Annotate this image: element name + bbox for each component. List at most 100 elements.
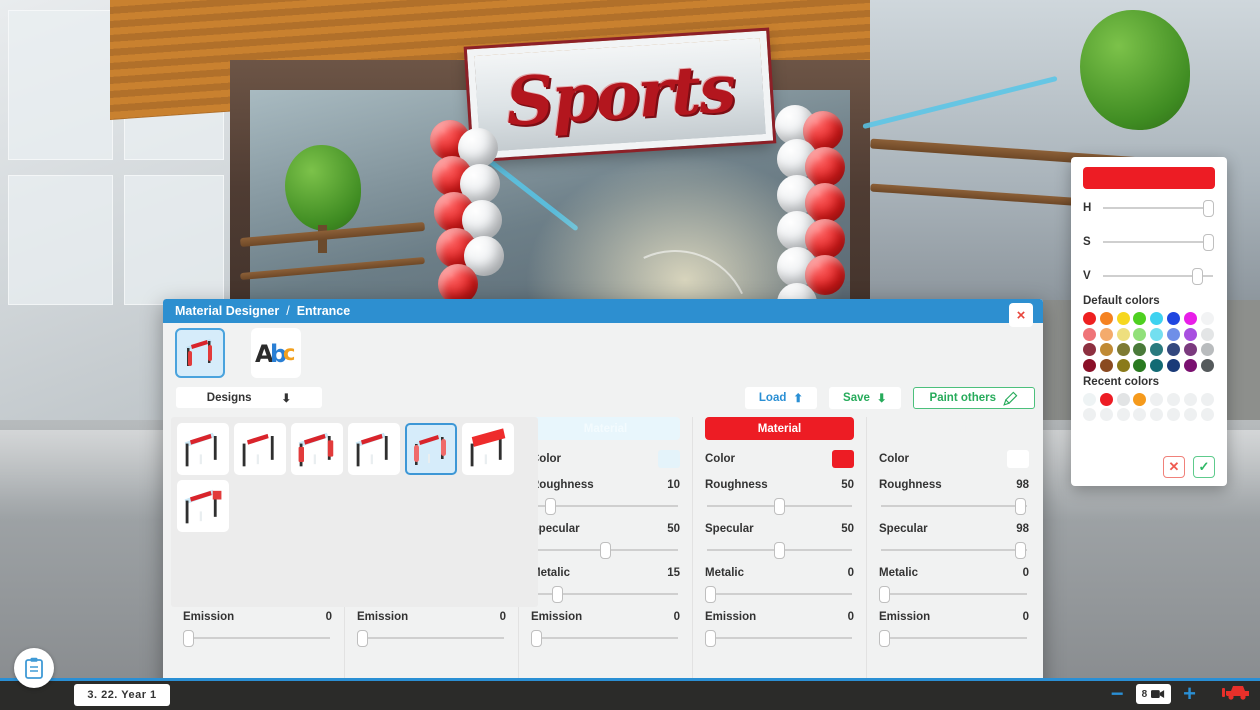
default-color-swatch-1-6[interactable] — [1167, 312, 1181, 325]
recent-color-swatch-1-7[interactable] — [1183, 392, 1197, 406]
slider-roughness[interactable] — [705, 495, 854, 517]
default-color-swatch-4-6[interactable] — [1167, 358, 1181, 372]
camera-count-display[interactable]: 8 — [1135, 684, 1172, 704]
recent-color-swatch-2-1[interactable] — [1083, 408, 1096, 421]
recent-color-swatch-2-7[interactable] — [1183, 408, 1197, 421]
design-thumbnail-5[interactable] — [405, 423, 457, 475]
design-thumbnail-1[interactable] — [177, 423, 229, 475]
slider-knob[interactable] — [1015, 542, 1027, 559]
recent-color-swatch-2-3[interactable] — [1116, 408, 1130, 421]
recent-color-swatch-1-3[interactable] — [1116, 392, 1130, 406]
slider-knob[interactable] — [774, 542, 785, 559]
default-color-swatch-4-8[interactable] — [1200, 358, 1214, 372]
default-color-swatch-3-1[interactable] — [1083, 343, 1096, 356]
default-color-swatch-3-2[interactable] — [1099, 343, 1113, 356]
designs-dropdown-button[interactable]: Designs ⬇ — [176, 387, 322, 408]
default-color-swatch-1-5[interactable] — [1150, 312, 1164, 325]
object-tab-text[interactable]: A b c — [251, 328, 301, 378]
default-color-swatch-2-8[interactable] — [1200, 327, 1214, 341]
default-color-swatch-3-7[interactable] — [1183, 343, 1197, 356]
default-color-swatch-2-7[interactable] — [1183, 327, 1197, 341]
recent-color-swatch-1-2[interactable] — [1099, 392, 1113, 406]
slider-knob[interactable] — [183, 630, 194, 647]
bulldozer-button[interactable] — [1222, 681, 1252, 707]
color-confirm-button[interactable]: ✓ — [1193, 456, 1215, 478]
slider-knob[interactable] — [531, 630, 542, 647]
default-color-swatch-3-8[interactable] — [1200, 343, 1214, 356]
material-header-3[interactable]: Material — [531, 417, 680, 440]
slider-roughness[interactable] — [531, 495, 680, 517]
recent-color-swatch-2-4[interactable] — [1133, 408, 1147, 421]
slider-knob[interactable] — [1202, 200, 1214, 217]
default-color-swatch-4-1[interactable] — [1083, 358, 1096, 372]
design-thumbnail-4[interactable] — [348, 423, 400, 475]
slider-emission[interactable] — [705, 627, 854, 649]
color-preview-swatch[interactable] — [1083, 167, 1215, 189]
slider-specular[interactable] — [879, 539, 1029, 561]
default-color-swatch-3-3[interactable] — [1116, 343, 1130, 356]
recent-color-swatch-2-6[interactable] — [1167, 408, 1181, 421]
slider-emission[interactable] — [357, 627, 506, 649]
default-color-swatch-1-3[interactable] — [1116, 312, 1130, 325]
slider-knob[interactable] — [1191, 268, 1203, 285]
recent-color-swatch-1-1[interactable] — [1083, 392, 1096, 406]
default-color-swatch-2-5[interactable] — [1150, 327, 1164, 341]
zoom-in-button[interactable]: + — [1183, 683, 1196, 705]
recent-color-swatch-1-6[interactable] — [1167, 392, 1181, 406]
slider-metalic[interactable] — [879, 583, 1029, 605]
slider-emission[interactable] — [879, 627, 1029, 649]
default-color-swatch-4-2[interactable] — [1099, 358, 1113, 372]
hsv-slider-s[interactable] — [1101, 231, 1215, 253]
default-color-swatch-4-4[interactable] — [1133, 358, 1147, 372]
slider-knob[interactable] — [544, 498, 556, 515]
default-color-swatch-1-8[interactable] — [1200, 312, 1214, 325]
recent-color-swatch-2-8[interactable] — [1200, 408, 1214, 421]
slider-metalic[interactable] — [531, 583, 680, 605]
slider-metalic[interactable] — [705, 583, 854, 605]
slider-specular[interactable] — [705, 539, 854, 561]
tasks-clipboard-button[interactable] — [14, 648, 54, 688]
default-color-swatch-1-7[interactable] — [1183, 312, 1197, 325]
default-color-swatch-2-4[interactable] — [1133, 327, 1147, 341]
slider-knob[interactable] — [551, 586, 563, 603]
design-thumbnail-7[interactable] — [177, 480, 229, 532]
default-color-swatch-3-4[interactable] — [1133, 343, 1147, 356]
load-button[interactable]: Load ⬆ — [744, 387, 818, 409]
slider-knob[interactable] — [705, 586, 716, 603]
recent-color-swatch-1-8[interactable] — [1200, 392, 1214, 406]
recent-color-swatch-2-2[interactable] — [1099, 408, 1113, 421]
slider-roughness[interactable] — [879, 495, 1029, 517]
hsv-slider-h[interactable] — [1101, 197, 1215, 219]
recent-color-swatch-1-4[interactable] — [1133, 392, 1147, 406]
material-header-4[interactable]: Material — [705, 417, 854, 440]
design-thumbnail-6[interactable] — [462, 423, 514, 475]
slider-knob[interactable] — [879, 586, 890, 603]
slider-emission[interactable] — [531, 627, 680, 649]
default-color-swatch-3-5[interactable] — [1150, 343, 1164, 356]
color-cancel-button[interactable]: ✕ — [1163, 456, 1185, 478]
slider-specular[interactable] — [531, 539, 680, 561]
slider-knob[interactable] — [774, 498, 785, 515]
recent-color-swatch-2-5[interactable] — [1150, 408, 1164, 421]
default-color-swatch-4-5[interactable] — [1150, 358, 1164, 372]
design-thumbnail-2[interactable] — [234, 423, 286, 475]
save-button[interactable]: Save ⬇ — [829, 387, 901, 409]
slider-knob[interactable] — [705, 630, 716, 647]
slider-knob[interactable] — [357, 630, 368, 647]
paint-others-button[interactable]: Paint others — [912, 387, 1035, 409]
color-swatch-3[interactable] — [658, 450, 680, 468]
dialog-titlebar[interactable]: Material Designer / Entrance — [163, 299, 1043, 323]
default-color-swatch-2-2[interactable] — [1099, 327, 1113, 341]
default-color-swatch-4-7[interactable] — [1183, 358, 1197, 372]
object-tab-entrance[interactable] — [175, 328, 225, 378]
slider-knob[interactable] — [1202, 234, 1214, 251]
slider-knob[interactable] — [600, 542, 611, 559]
zoom-out-button[interactable]: − — [1111, 683, 1124, 705]
dialog-close-button[interactable]: × — [1009, 303, 1033, 327]
default-color-swatch-2-1[interactable] — [1083, 327, 1096, 341]
design-thumbnail-3[interactable] — [291, 423, 343, 475]
hsv-slider-v[interactable] — [1101, 265, 1215, 287]
material-header-5[interactable]: Material — [879, 417, 1029, 440]
slider-emission[interactable] — [183, 627, 332, 649]
default-color-swatch-2-3[interactable] — [1116, 327, 1130, 341]
